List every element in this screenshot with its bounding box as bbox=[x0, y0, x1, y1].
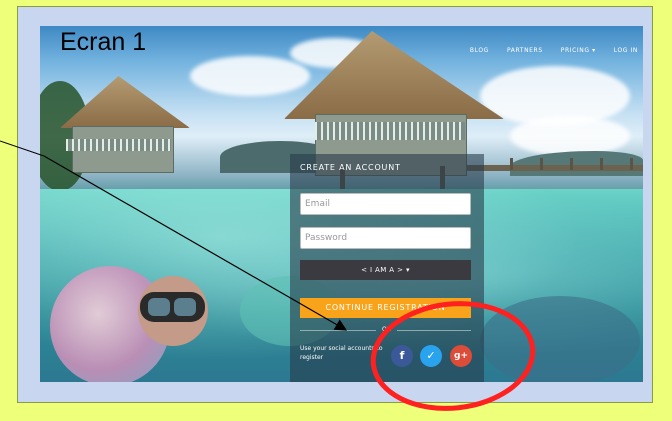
google-plus-icon[interactable]: g+ bbox=[450, 345, 472, 367]
nav-partners[interactable]: PARTNERS bbox=[507, 47, 543, 54]
facebook-icon[interactable]: f bbox=[391, 345, 413, 367]
signup-heading: CREATE AN ACCOUNT bbox=[300, 163, 401, 172]
nav-blog[interactable]: BLOG bbox=[470, 47, 489, 54]
social-hint: Use your social accounts to register bbox=[300, 345, 383, 361]
twitter-icon[interactable]: ✓ bbox=[420, 345, 442, 367]
nav-log-in[interactable]: LOG IN bbox=[614, 47, 638, 54]
email-input[interactable] bbox=[300, 193, 471, 215]
continue-registration-button[interactable]: CONTINUE REGISTRATION bbox=[300, 298, 471, 318]
role-select[interactable]: < I AM A > ▾ bbox=[300, 260, 471, 280]
nav-pricing[interactable]: PRICING ▾ bbox=[561, 47, 596, 54]
site-nav: BLOG PARTNERS PRICING ▾ LOG IN bbox=[470, 47, 638, 54]
annotation-title: Ecran 1 bbox=[60, 28, 147, 56]
or-divider-left bbox=[300, 330, 376, 331]
signup-panel: CREATE AN ACCOUNT < I AM A > ▾ CONTINUE … bbox=[290, 154, 484, 382]
or-divider-right bbox=[397, 330, 471, 331]
password-input[interactable] bbox=[300, 227, 471, 249]
or-label: OR bbox=[382, 326, 391, 333]
